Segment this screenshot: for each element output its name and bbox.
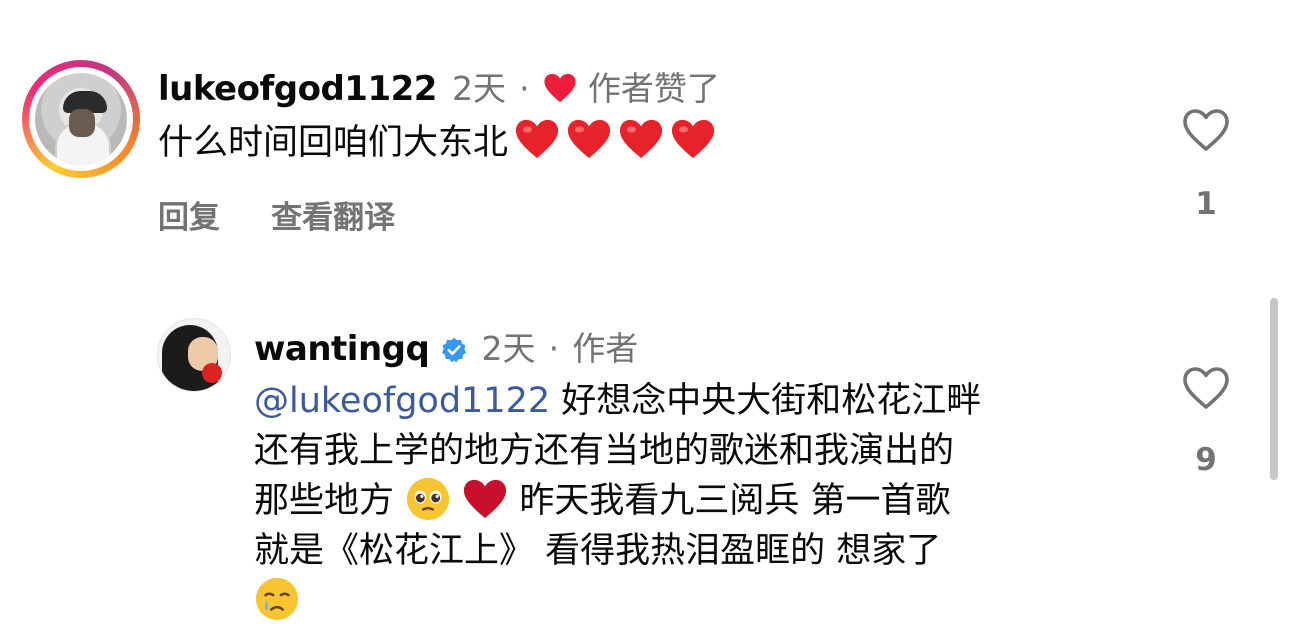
comment-body: 什么时间回咱们大东北 — [158, 116, 716, 168]
avatar — [35, 73, 127, 165]
separator: · — [519, 69, 530, 108]
red-heart-emoji — [515, 119, 559, 159]
scrollbar[interactable] — [1270, 298, 1278, 480]
comment-header: wantingq 2天 · 作者 — [254, 322, 638, 370]
like-heart-icon[interactable] — [1182, 108, 1230, 152]
red-heart-emoji — [671, 119, 715, 159]
red-heart-emoji — [567, 119, 611, 159]
see-translation-button[interactable]: 查看翻译 — [271, 200, 395, 236]
username[interactable]: wantingq — [254, 329, 430, 369]
red-heart-emoji — [619, 119, 663, 159]
timestamp: 2天 — [481, 329, 536, 368]
comment-text: 昨天我看九三阅兵 第一首歌 — [508, 481, 951, 521]
pleading-face-emoji — [407, 477, 450, 521]
username[interactable]: lukeofgod1122 — [158, 69, 437, 109]
red-heart-emoji — [464, 479, 507, 519]
verified-badge-icon — [442, 337, 467, 363]
comment-text: 那些地方 — [254, 481, 395, 521]
author-liked-heart-icon — [544, 73, 576, 103]
like-count: 9 — [1195, 442, 1217, 478]
reply-button[interactable]: 回复 — [158, 200, 220, 236]
comment-text: 就是《松花江上》 看得我热泪盈眶的 想家了 — [254, 531, 942, 571]
mention-link[interactable]: @lukeofgod1122 — [254, 381, 550, 421]
timestamp: 2天 — [452, 69, 507, 108]
separator: · — [548, 329, 560, 368]
author-label: 作者 — [572, 329, 639, 368]
crying-face-emoji — [255, 577, 299, 621]
comment-text: 还有我上学的地方还有当地的歌迷和我演出的 — [254, 431, 955, 471]
comment-text: 什么时间回咱们大东北 — [158, 123, 509, 163]
comment-actions: 回复 查看翻译 — [158, 192, 395, 237]
like-count: 1 — [1195, 186, 1217, 222]
like-heart-icon[interactable] — [1182, 366, 1230, 410]
avatar-story-ring[interactable] — [22, 60, 140, 178]
avatar[interactable] — [157, 318, 231, 392]
comment-header: lukeofgod1122 2天 · 作者赞了 — [158, 62, 720, 110]
comment-text: 好想念中央大街和松花江畔 — [550, 381, 982, 421]
author-liked-label: 作者赞了 — [587, 69, 720, 108]
comment-body: @lukeofgod1122 好想念中央大街和松花江畔 还有我上学的地方还有当地… — [254, 376, 981, 626]
